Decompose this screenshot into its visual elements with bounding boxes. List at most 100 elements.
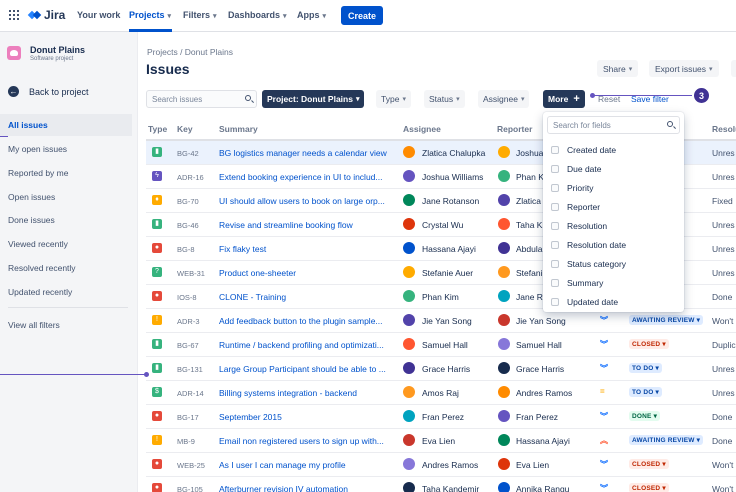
issue-key[interactable]: BG-70 <box>177 197 199 206</box>
field-option[interactable]: Summary <box>551 275 603 291</box>
sidebar-item-resolved-recently[interactable]: Resolved recently <box>0 257 132 279</box>
issue-summary[interactable]: Add feedback button to the plugin sample… <box>219 316 395 326</box>
issue-summary[interactable]: BG logistics manager needs a calendar vi… <box>219 148 395 158</box>
field-option[interactable]: Due date <box>551 161 602 177</box>
nav-filters[interactable]: Filters ▾ <box>183 10 217 20</box>
issue-summary[interactable]: Email non registered users to sign up wi… <box>219 436 395 446</box>
issue-key[interactable]: MB-9 <box>177 437 195 446</box>
assignee-name[interactable]: Samuel Hall <box>422 340 468 350</box>
reporter-name[interactable]: Fran Perez <box>516 412 558 422</box>
field-option[interactable]: Resolution date <box>551 237 626 253</box>
reporter-name[interactable]: Abdula <box>516 244 542 254</box>
issue-key[interactable]: WEB-31 <box>177 269 205 278</box>
nav-dashboards[interactable]: Dashboards ▾ <box>228 10 287 20</box>
reporter-name[interactable]: Jane R <box>516 292 543 302</box>
assignee-name[interactable]: Eva Lien <box>422 436 455 446</box>
assignee-name[interactable]: Hassana Ajayi <box>422 244 476 254</box>
jira-logo[interactable]: Jira <box>27 8 65 22</box>
more-actions-button[interactable] <box>731 60 736 77</box>
assignee-name[interactable]: Taha Kandemir <box>422 484 479 492</box>
status-badge[interactable]: AWAITING REVIEW ▾ <box>629 435 704 445</box>
sidebar-item-done-issues[interactable]: Done issues <box>0 209 132 231</box>
issue-key[interactable]: BG-67 <box>177 341 199 350</box>
issue-key[interactable]: BG-17 <box>177 413 199 422</box>
reporter-name[interactable]: Annika Rangu <box>516 484 569 492</box>
search-fields-input[interactable]: Search for fields <box>547 116 680 134</box>
sidebar-item-view-all-filters[interactable]: View all filters <box>0 314 132 336</box>
assignee-name[interactable]: Grace Harris <box>422 364 470 374</box>
share-button[interactable]: Share ▾ <box>597 60 639 77</box>
issue-key[interactable]: ADR-16 <box>177 173 204 182</box>
status-badge[interactable]: CLOSED ▾ <box>629 483 669 492</box>
reporter-name[interactable]: Grace Harris <box>516 364 564 374</box>
reporter-name[interactable]: Joshua <box>516 148 543 158</box>
status-badge[interactable]: AWAITING REVIEW ▾ <box>629 315 704 325</box>
assignee-name[interactable]: Phan Kim <box>422 292 459 302</box>
issue-key[interactable]: ADR-3 <box>177 317 200 326</box>
status-badge[interactable]: TO DO ▾ <box>629 387 662 397</box>
issue-key[interactable]: IOS-8 <box>177 293 197 302</box>
nav-your-work[interactable]: Your work <box>77 10 120 20</box>
assignee-name[interactable]: Stefanie Auer <box>422 268 473 278</box>
issue-key[interactable]: BG-46 <box>177 221 199 230</box>
sidebar-item-open-issues[interactable]: Open issues <box>0 186 132 208</box>
status-badge[interactable]: DONE ▾ <box>629 411 661 421</box>
issue-summary[interactable]: UI should allow users to book on large o… <box>219 196 395 206</box>
sidebar-item-updated-recently[interactable]: Updated recently <box>0 281 132 303</box>
issue-summary[interactable]: Product one-sheeter <box>219 268 395 278</box>
issue-summary[interactable]: Fix flaky test <box>219 244 395 254</box>
column-reporter[interactable]: Reporter <box>497 124 532 134</box>
table-row[interactable]: ● BG-17 September 2015 Fran Perez Fran Perez… <box>146 405 736 429</box>
assignee-filter-button[interactable]: Assignee ▾ <box>478 90 530 108</box>
assignee-name[interactable]: Jie Yan Song <box>422 316 472 326</box>
sidebar-item-reported-by-me[interactable]: Reported by me <box>0 162 132 184</box>
reporter-name[interactable]: Eva Lien <box>516 460 549 470</box>
assignee-name[interactable]: Joshua Williams <box>422 172 483 182</box>
table-row[interactable]: ! MB-9 Email non registered users to sign … <box>146 429 736 453</box>
checkbox[interactable] <box>551 298 559 306</box>
assignee-name[interactable]: Zlatica Chalupka <box>422 148 485 158</box>
issue-key[interactable]: BG-42 <box>177 149 199 158</box>
checkbox[interactable] <box>551 203 559 211</box>
checkbox[interactable] <box>551 184 559 192</box>
export-issues-button[interactable]: Export issues ▾ <box>649 60 719 77</box>
table-row[interactable]: ▮ BG-131 Large Group Participant should be… <box>146 357 736 381</box>
app-switcher-icon[interactable] <box>9 10 19 20</box>
issue-summary[interactable]: Extend booking experience in UI to inclu… <box>219 172 395 182</box>
assignee-name[interactable]: Fran Perez <box>422 412 464 422</box>
table-row[interactable]: ● BG-105 Afterburner revision IV automatio… <box>146 477 736 492</box>
table-row[interactable]: ● WEB-25 As I user I can manage my profile… <box>146 453 736 477</box>
column-resolution[interactable]: Resolu <box>712 124 736 134</box>
issue-key[interactable]: WEB-25 <box>177 461 205 470</box>
more-filter-button[interactable]: More + <box>543 90 585 108</box>
assignee-name[interactable]: Jane Rotanson <box>422 196 479 206</box>
assignee-name[interactable]: Andres Ramos <box>422 460 478 470</box>
field-option[interactable]: Created date <box>551 142 616 158</box>
field-option[interactable]: Reporter <box>551 199 600 215</box>
issue-key[interactable]: BG-8 <box>177 245 195 254</box>
status-filter-button[interactable]: Status ▾ <box>424 90 465 108</box>
status-badge[interactable]: TO DO ▾ <box>629 363 662 373</box>
reporter-name[interactable]: Andres Ramos <box>516 388 572 398</box>
issue-summary[interactable]: CLONE - Training <box>219 292 395 302</box>
column-assignee[interactable]: Assignee <box>403 124 441 134</box>
back-to-project-link[interactable]: ← Back to project <box>8 86 89 97</box>
checkbox[interactable] <box>551 165 559 173</box>
status-badge[interactable]: CLOSED ▾ <box>629 339 669 349</box>
table-row[interactable]: ! ADR-3 Add feedback button to the plugin … <box>146 309 736 333</box>
type-filter-button[interactable]: Type ▾ <box>376 90 411 108</box>
sidebar-item-viewed-recently[interactable]: Viewed recently <box>0 233 132 255</box>
sidebar-item-all-issues[interactable]: All issues <box>0 114 132 136</box>
nav-projects[interactable]: Projects ▾ <box>129 10 171 20</box>
column-summary[interactable]: Summary <box>219 124 258 134</box>
breadcrumb[interactable]: Projects / Donut Plains <box>147 47 233 57</box>
nav-apps[interactable]: Apps ▾ <box>297 10 326 20</box>
status-badge[interactable]: CLOSED ▾ <box>629 459 669 469</box>
issue-summary[interactable]: As I user I can manage my profile <box>219 460 395 470</box>
assignee-name[interactable]: Crystal Wu <box>422 220 463 230</box>
table-row[interactable]: $ ADR-14 Billing systems integration - bac… <box>146 381 736 405</box>
issue-summary[interactable]: Revise and streamline booking flow <box>219 220 395 230</box>
search-issues-input[interactable]: Search issues <box>146 90 257 108</box>
checkbox[interactable] <box>551 146 559 154</box>
checkbox[interactable] <box>551 260 559 268</box>
